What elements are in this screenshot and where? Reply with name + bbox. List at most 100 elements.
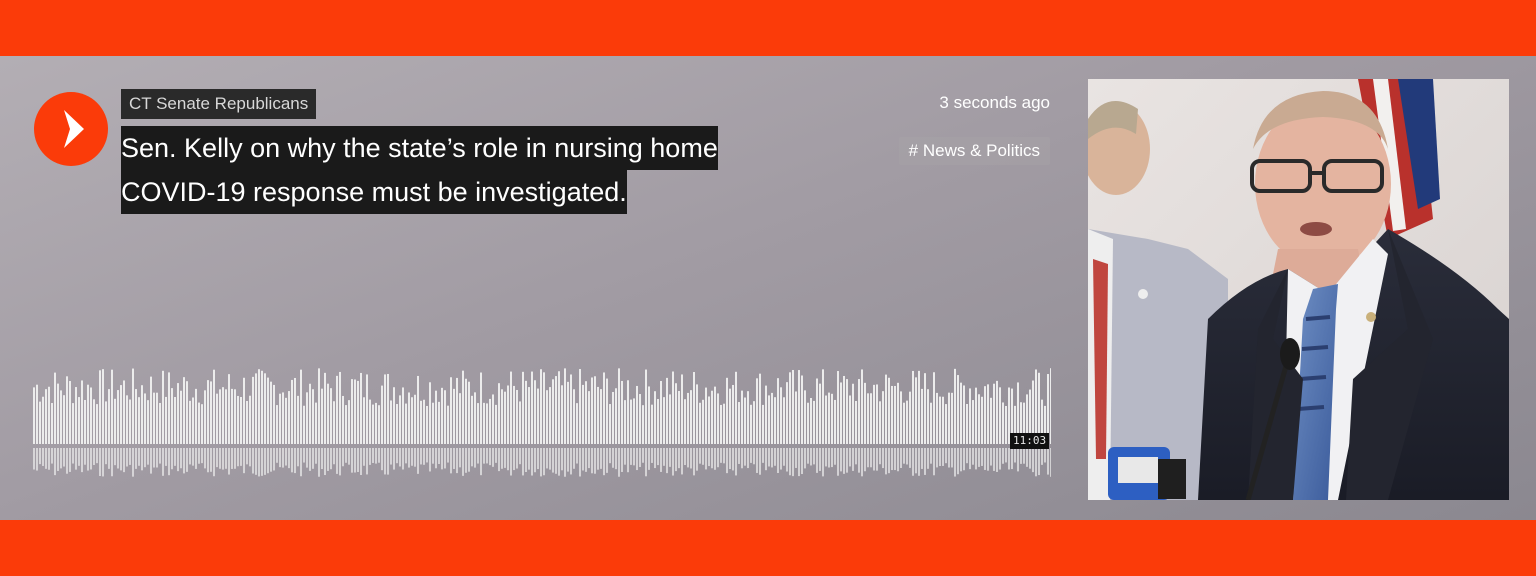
waveform-bar-reflection — [885, 448, 887, 475]
waveform-bar-reflection — [147, 448, 149, 465]
waveform-bar — [756, 378, 758, 444]
waveform-bar — [33, 387, 35, 444]
waveform-bar — [420, 400, 422, 444]
waveform-bar-reflection — [126, 448, 128, 467]
waveform-bar — [132, 368, 134, 444]
track-title[interactable]: Sen. Kelly on why the state’s role in nu… — [121, 126, 801, 214]
waveform-bar-reflection — [810, 448, 812, 466]
waveform-bar — [63, 395, 65, 444]
waveform-bar-reflection — [240, 448, 242, 466]
waveform-bar — [489, 398, 491, 444]
waveform-bar — [447, 405, 449, 444]
waveform-bar-reflection — [1035, 448, 1037, 477]
waveform-bar — [543, 372, 545, 444]
waveform-bar-reflection — [870, 448, 872, 468]
waveform-bar-reflection — [165, 448, 167, 466]
waveform-bar-reflection — [198, 448, 200, 464]
waveform-bar-reflection — [600, 448, 602, 469]
waveform-bar-reflection — [924, 448, 926, 475]
waveform-bar-reflection — [372, 448, 374, 463]
waveform-bar-reflection — [249, 448, 251, 467]
waveform-bar-reflection — [300, 448, 302, 477]
waveform-bar-reflection — [186, 448, 188, 472]
waveform-bar — [591, 377, 593, 444]
track-artwork[interactable] — [1088, 79, 1509, 500]
waveform-bar-reflection — [855, 448, 857, 465]
waveform[interactable] — [33, 366, 1051, 486]
waveform-bar-reflection — [219, 448, 221, 469]
waveform-bar-reflection — [501, 448, 503, 469]
waveform-bar — [576, 403, 578, 444]
play-button[interactable] — [34, 92, 108, 166]
waveform-bar-reflection — [795, 448, 797, 468]
waveform-bar — [513, 385, 515, 444]
waveform-bar-reflection — [732, 448, 734, 471]
waveform-bar-reflection — [1023, 448, 1025, 464]
waveform-bar — [588, 391, 590, 444]
waveform-bar — [828, 392, 830, 444]
waveform-bar-reflection — [867, 448, 869, 468]
waveform-bar — [585, 381, 587, 444]
waveform-bar-reflection — [339, 448, 341, 476]
waveform-bar-reflection — [1005, 448, 1007, 463]
waveform-bar — [432, 402, 434, 444]
waveform-bar — [87, 384, 89, 444]
waveform-bar — [372, 404, 374, 444]
waveform-bar-reflection — [465, 448, 467, 473]
waveform-bar-reflection — [591, 448, 593, 474]
waveform-bar — [99, 370, 101, 444]
waveform-bar — [852, 383, 854, 444]
waveform-bar — [180, 390, 182, 444]
waveform-bar — [66, 376, 68, 444]
waveform-bar-reflection — [654, 448, 656, 469]
waveform-bar-reflection — [261, 448, 263, 476]
waveform-bar — [222, 387, 224, 444]
waveform-bar-reflection — [960, 448, 962, 472]
waveform-bar-reflection — [408, 448, 410, 468]
waveform-bar — [336, 375, 338, 444]
track-title-line-1: Sen. Kelly on why the state’s role in nu… — [121, 126, 718, 170]
waveform-bar — [612, 391, 614, 444]
waveform-bar — [978, 394, 980, 444]
waveform-bar-reflection — [813, 448, 815, 465]
waveform-bar-reflection — [426, 448, 428, 463]
waveform-bar — [456, 377, 458, 444]
waveform-bar — [873, 384, 875, 444]
waveform-bar — [663, 397, 665, 444]
waveform-bar — [75, 387, 77, 444]
waveform-bar-reflection — [738, 448, 740, 464]
waveform-bar — [273, 384, 275, 444]
waveform-bar-reflection — [369, 448, 371, 465]
waveform-bar-reflection — [444, 448, 446, 469]
waveform-bar-reflection — [510, 448, 512, 476]
waveform-bar-reflection — [657, 448, 659, 466]
waveform-bar — [504, 391, 506, 444]
waveform-bar-reflection — [984, 448, 986, 470]
waveform-bar-reflection — [108, 448, 110, 469]
waveform-bar-reflection — [204, 448, 206, 469]
waveform-bar — [330, 388, 332, 444]
track-author[interactable]: CT Senate Republicans — [121, 89, 317, 119]
waveform-bar-reflection — [495, 448, 497, 463]
waveform-bar — [642, 405, 644, 444]
waveform-bar — [864, 382, 866, 444]
waveform-bar — [837, 371, 839, 444]
waveform-bar — [540, 369, 542, 444]
waveform-bar-reflection — [270, 448, 272, 472]
waveform-bar — [105, 401, 107, 444]
waveform-bar-reflection — [375, 448, 377, 464]
waveform-bar — [141, 385, 143, 444]
waveform-bar-reflection — [273, 448, 275, 471]
waveform-bar-reflection — [663, 448, 665, 466]
waveform-bar-reflection — [192, 448, 194, 466]
waveform-bar — [159, 402, 161, 444]
waveform-bar — [786, 382, 788, 444]
waveform-bar — [216, 393, 218, 444]
waveform-bar-reflection — [957, 448, 959, 475]
waveform-bar-reflection — [258, 448, 260, 477]
waveform-bar-reflection — [216, 448, 218, 468]
waveform-bar — [522, 371, 524, 444]
waveform-bar — [762, 404, 764, 444]
waveform-bar — [690, 390, 692, 444]
genre-tag[interactable]: # News & Politics — [898, 137, 1050, 165]
